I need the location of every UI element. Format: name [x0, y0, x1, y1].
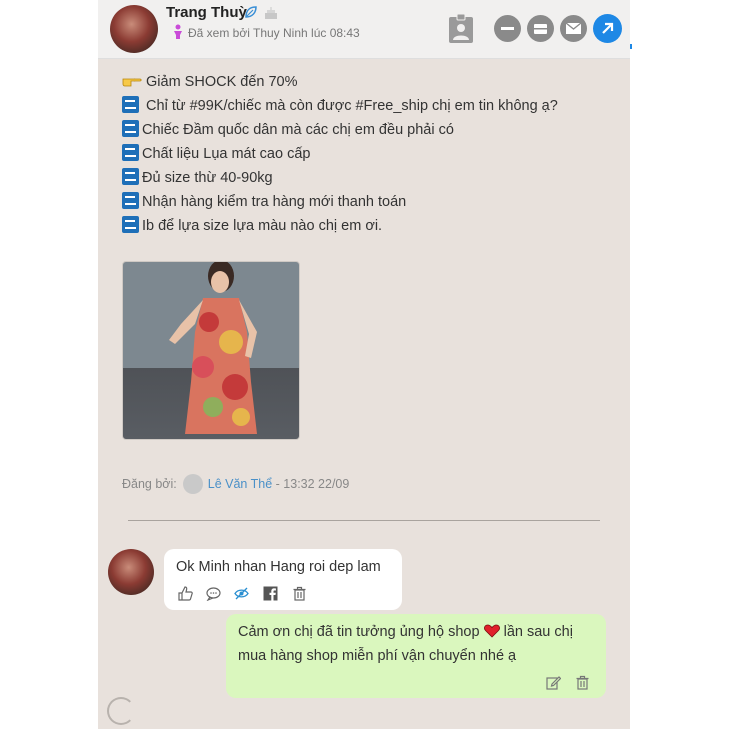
edit-icon[interactable] — [546, 675, 561, 690]
trash-icon[interactable] — [292, 586, 307, 601]
soon-arrow-icon — [122, 120, 139, 137]
inbox-icon — [534, 24, 547, 34]
facebook-icon[interactable] — [263, 586, 278, 601]
author-avatar — [182, 474, 203, 494]
soon-arrow-icon — [122, 216, 139, 233]
post-line-text: Chỉ từ #99K/chiếc mà còn được #Free_ship… — [146, 98, 558, 114]
post-line-text: Giảm SHOCK đến 70% — [146, 74, 298, 90]
soon-arrow-icon — [122, 96, 139, 113]
leaf-icon — [245, 6, 257, 18]
accent-marker — [630, 44, 632, 49]
like-icon[interactable] — [178, 586, 193, 601]
share-button[interactable] — [593, 14, 622, 43]
post-line-text: Ib để lựa size lựa màu nào chị em ơi. — [142, 218, 383, 234]
dress-image — [169, 262, 257, 434]
post-content: Giảm SHOCK đến 70% Chỉ từ #99K/chiếc mà … — [122, 70, 558, 238]
reply-icon[interactable] — [206, 586, 221, 601]
posted-by: Đăng bởi: Lê Văn Thể - 13:32 22/09 — [122, 474, 349, 494]
cake-icon — [265, 7, 277, 19]
post-line: Nhận hàng kiểm tra hàng mới thanh toán — [122, 190, 558, 214]
minus-icon — [501, 27, 514, 30]
product-photo[interactable] — [122, 261, 300, 440]
post-line-text: Nhận hàng kiểm tra hàng mới thanh toán — [142, 194, 407, 210]
customer-comment-bubble: Ok Minh nhan Hang roi dep lam — [164, 549, 402, 610]
reply-text-part1: Cảm ơn chị đã tin tưởng ủng hộ shop — [238, 624, 480, 640]
soon-arrow-icon — [122, 168, 139, 185]
contact-card-icon[interactable] — [447, 14, 475, 44]
post-line: Giảm SHOCK đến 70% — [122, 70, 558, 94]
loading-spinner-icon — [107, 697, 135, 725]
posted-by-label: Đăng bởi: — [122, 477, 177, 491]
inbox-button[interactable] — [527, 15, 554, 42]
soon-arrow-icon — [122, 144, 139, 161]
conversation-panel: Trang Thuỳ Đã xem bởi Thuy Ninh lúc 08:4… — [98, 0, 630, 729]
post-line-text: Chiếc Đầm quốc dân mà các chị em đều phả… — [142, 122, 454, 138]
mail-button[interactable] — [560, 15, 587, 42]
avatar[interactable] — [110, 5, 158, 53]
pointing-hand-icon — [122, 78, 142, 87]
minus-button[interactable] — [494, 15, 521, 42]
heart-icon — [483, 624, 500, 638]
commenter-avatar[interactable] — [108, 549, 154, 595]
comment-text: Ok Minh nhan Hang roi dep lam — [176, 559, 381, 575]
mail-icon — [565, 22, 582, 34]
reply-actions — [546, 675, 596, 690]
divider — [128, 520, 600, 521]
post-line: Đủ size thừ 40-90kg — [122, 166, 558, 190]
reply-text: Cảm ơn chị đã tin tưởng ủng hộ shop lần … — [238, 620, 598, 668]
seen-status: Đã xem bởi Thuy Ninh lúc 08:43 — [188, 26, 360, 40]
post-line-text: Chất liệu Lụa mát cao cấp — [142, 146, 311, 162]
hide-icon[interactable] — [234, 586, 249, 601]
conversation-header: Trang Thuỳ Đã xem bởi Thuy Ninh lúc 08:4… — [98, 0, 630, 59]
post-line: Ib để lựa size lựa màu nào chị em ơi. — [122, 214, 558, 238]
trash-icon[interactable] — [575, 675, 590, 690]
post-line: Chỉ từ #99K/chiếc mà còn được #Free_ship… — [122, 94, 558, 118]
post-time: - 13:32 22/09 — [275, 477, 350, 491]
shop-reply-bubble: Cảm ơn chị đã tin tưởng ủng hộ shop lần … — [226, 614, 606, 698]
customer-name[interactable]: Trang Thuỳ — [166, 4, 247, 21]
soon-arrow-icon — [122, 192, 139, 209]
post-line: Chất liệu Lụa mát cao cấp — [122, 142, 558, 166]
author-link[interactable]: Lê Văn Thể — [208, 477, 272, 491]
post-line-text: Đủ size thừ 40-90kg — [142, 170, 273, 186]
person-icon — [174, 24, 182, 39]
post-line: Chiếc Đầm quốc dân mà các chị em đều phả… — [122, 118, 558, 142]
share-icon — [602, 22, 614, 34]
